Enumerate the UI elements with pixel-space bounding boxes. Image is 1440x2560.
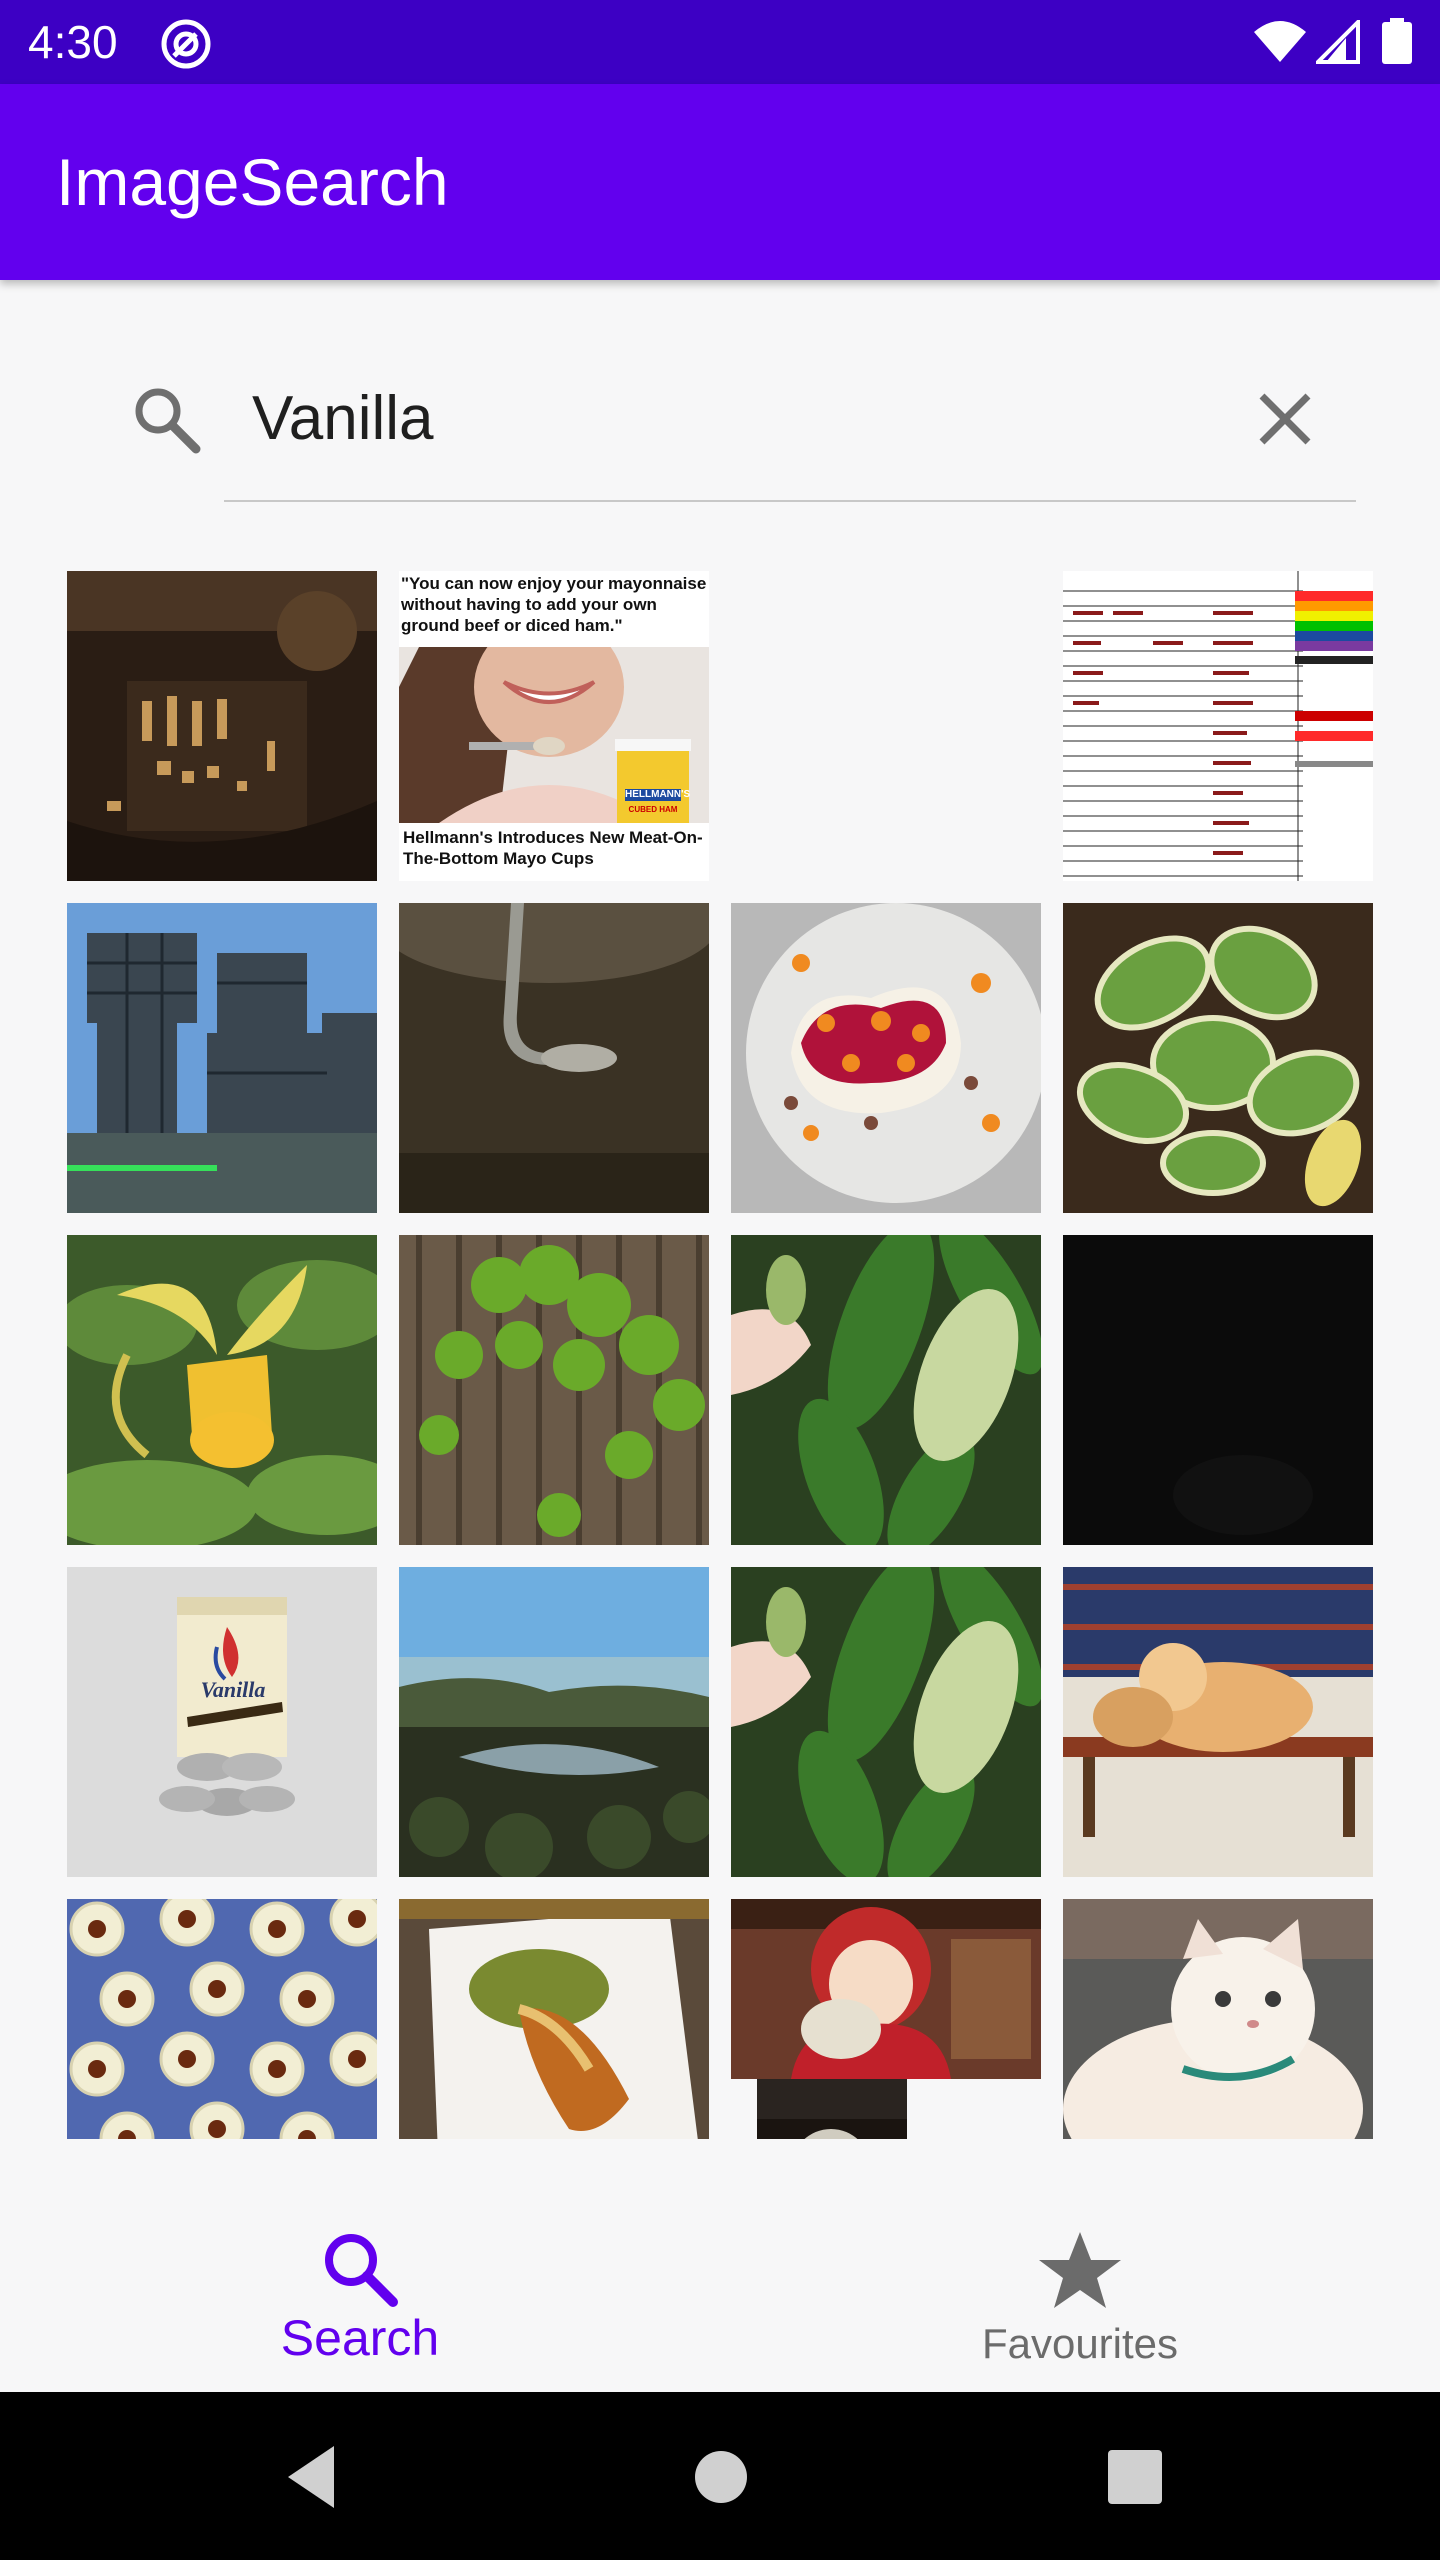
landscape-lake-image [399,1567,709,1877]
app-bar: ImageSearch [0,84,1440,280]
result-thumbnail[interactable] [1063,1899,1373,2139]
wifi-icon [1254,21,1306,62]
result-thumbnail[interactable] [731,1899,1041,2139]
mayo-caption-top: "You can now enjoy your mayonnaise witho… [401,574,707,635]
anime-girl-image [731,1899,1041,2139]
result-thumbnail[interactable] [1063,1567,1373,1877]
mayo-product-label: HELLMANN'S [625,789,691,801]
mayo-product-sub: CUBED HAM [628,805,678,814]
vanilla-orchid-image [67,1235,377,1545]
search-underline [224,500,1356,502]
result-thumbnail[interactable] [731,903,1041,1213]
pastry-plate-image [399,1899,709,2139]
dessert-plate-image [731,903,1041,1213]
kitten-image [1063,1899,1373,2139]
battery-icon [1382,18,1412,64]
spoon-in-pot-image [399,903,709,1213]
status-bar: 4:30 [0,0,1440,84]
result-thumbnail[interactable] [399,1899,709,2139]
result-thumbnail[interactable]: "You can now enjoy your mayonnaise witho… [399,571,709,881]
app-title: ImageSearch [56,145,449,219]
vanilla-box-label: Vanilla [200,1677,266,1702]
result-thumbnail[interactable]: Vanilla [67,1567,377,1877]
back-icon[interactable] [268,2434,354,2520]
variegated-plant-image [1063,903,1373,1213]
result-thumbnail[interactable] [399,1567,709,1877]
status-time: 4:30 [28,16,118,68]
result-thumbnail[interactable] [731,1567,1041,1877]
result-thumbnail[interactable] [1063,571,1373,881]
close-icon[interactable] [1248,382,1322,456]
vanilla-candles-image [67,1567,377,1877]
search-icon [325,2234,398,2307]
vine-fence-image [399,1235,709,1545]
industrial-structure-image [67,903,377,1213]
spreadsheet-image [1063,571,1373,881]
result-thumbnail[interactable] [1063,903,1373,1213]
aerial-night-image [67,571,377,881]
home-icon[interactable] [678,2434,764,2520]
recents-icon[interactable] [1092,2434,1178,2520]
system-navigation-bar [0,2392,1440,2560]
results-grid[interactable]: "You can now enjoy your mayonnaise witho… [67,571,1373,2139]
mayo-caption-bottom: Hellmann's Introduces New Meat-On-The-Bo… [403,828,703,868]
result-thumbnail[interactable] [67,1899,377,2139]
result-thumbnail[interactable] [67,571,377,881]
dark-image [1063,1235,1373,1545]
hand-leaf-image-2 [731,1567,1041,1877]
result-thumbnail[interactable] [1063,1235,1373,1545]
result-thumbnail[interactable] [399,1235,709,1545]
cupcake-liners-image [67,1899,377,2139]
hand-leaf-image [731,1235,1041,1545]
nav-item-search[interactable]: Search [0,2150,720,2392]
dogs-bench-image [1063,1567,1373,1877]
result-thumbnail[interactable] [67,903,377,1213]
star-icon [1039,2232,1121,2308]
nav-label-search: Search [280,2310,440,2366]
search-input[interactable] [224,370,1244,466]
result-thumbnail[interactable] [731,1235,1041,1545]
result-thumbnail-blank[interactable] [731,571,1041,881]
search-icon [135,388,201,454]
nav-label-favourites: Favourites [981,2320,1179,2367]
at-sign-icon [161,19,211,69]
nav-item-favourites[interactable]: Favourites [720,2150,1440,2392]
signal-icon [1316,20,1360,64]
result-thumbnail[interactable] [67,1235,377,1545]
bottom-navigation: Search Favourites [0,2150,1440,2392]
result-thumbnail[interactable] [399,903,709,1213]
